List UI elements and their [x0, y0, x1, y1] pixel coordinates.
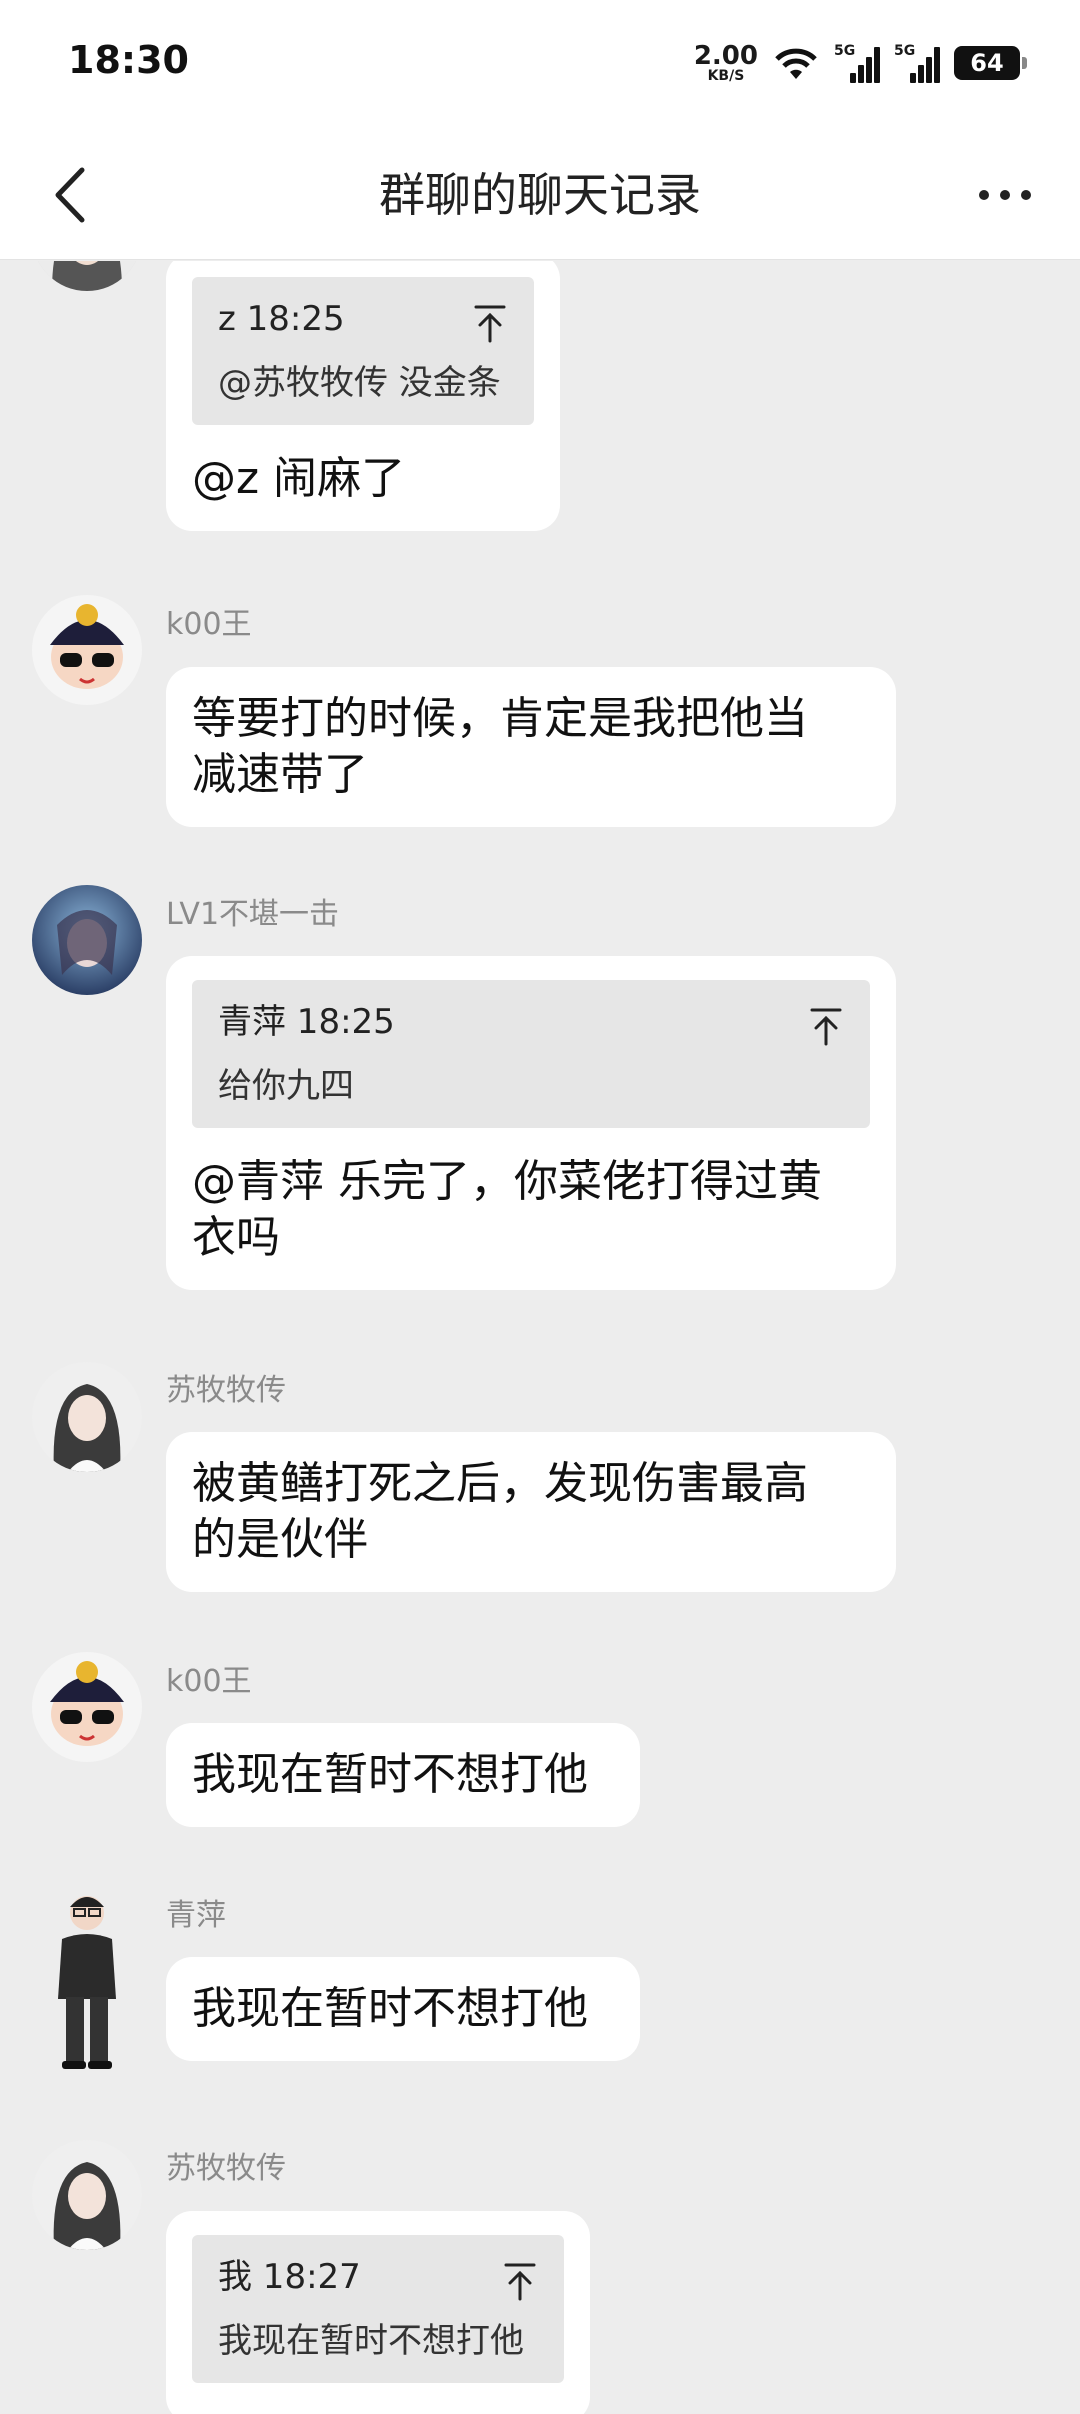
jump-to-original-icon[interactable]	[502, 2261, 538, 2301]
sender-name: LV1不堪一击	[166, 897, 340, 932]
avatar-cartoon-icon	[32, 595, 142, 705]
status-bar: 18:30 2.00 KB/S 5G 5G 64	[0, 0, 1080, 130]
message-bubble[interactable]: 我 18:27 我现在暂时不想打他	[166, 2211, 590, 2414]
page-title: 群聊的聊天记录	[379, 168, 701, 222]
message-bubble[interactable]: 被黄鳝打死之后，发现伤害最高 的是伙伴	[166, 1432, 896, 1592]
avatar[interactable]	[32, 885, 142, 995]
message-text-line: 减速带了	[192, 749, 368, 800]
chat-history-header: 群聊的聊天记录	[0, 130, 1080, 260]
avatar-cartoon-icon	[32, 1652, 142, 1762]
avatar[interactable]	[32, 1362, 142, 1472]
jump-to-original-icon[interactable]	[472, 303, 508, 343]
message-text: @z 闹麻了	[192, 453, 406, 504]
network-speed-value: 2.00	[693, 41, 758, 71]
quoted-message[interactable]: 青萍 18:25 给你九四	[192, 980, 870, 1128]
quote-header: z 18:25	[218, 299, 345, 339]
avatar-girl-icon	[32, 2140, 142, 2250]
avatar[interactable]	[32, 2140, 142, 2250]
signal-icon-1: 5G	[834, 43, 880, 83]
avatar-girl-icon	[32, 1362, 142, 1472]
message-text-line: 衣吗	[192, 1212, 280, 1263]
quote-text: 我现在暂时不想打他	[218, 2321, 524, 2361]
signal-label-1: 5G	[834, 43, 856, 59]
network-speed: 2.00 KB/S	[694, 43, 758, 83]
message-bubble[interactable]: 我现在暂时不想打他	[166, 1723, 640, 1827]
network-speed-unit: KB/S	[707, 68, 745, 84]
quote-text: 给你九四	[218, 1066, 354, 1106]
sender-name: 青萍	[166, 1898, 226, 1933]
avatar[interactable]	[32, 261, 142, 291]
avatar[interactable]	[32, 595, 142, 705]
quoted-message[interactable]: 我 18:27 我现在暂时不想打他	[192, 2235, 564, 2383]
sender-name: 苏牧牧传	[166, 1373, 286, 1408]
status-time: 18:30	[68, 38, 189, 82]
message-bubble[interactable]: z 18:25 @苏牧牧传 没金条 @z 闹麻了	[166, 261, 560, 531]
message-bubble[interactable]: 等要打的时候，肯定是我把他当 减速带了	[166, 667, 896, 827]
sender-name: k00王	[166, 1664, 252, 1699]
message-text-line: @青萍 乐完了，你菜佬打得过黄	[192, 1156, 822, 1207]
quote-text: @苏牧牧传 没金条	[218, 363, 501, 403]
avatar-man-figure-icon	[58, 1896, 116, 2069]
sender-name: 苏牧牧传	[166, 2151, 286, 2186]
message-text: 我现在暂时不想打他	[192, 1983, 588, 2034]
message-list[interactable]: z 18:25 @苏牧牧传 没金条 @z 闹麻了 k00王 等要打的时候，肯定是…	[0, 261, 1080, 2414]
status-icons: 2.00 KB/S 5G 5G 64	[694, 38, 1027, 88]
jump-to-original-icon[interactable]	[808, 1006, 844, 1046]
message-bubble[interactable]: 我现在暂时不想打他	[166, 1957, 640, 2061]
avatar-anime-icon	[32, 885, 142, 995]
wifi-icon	[775, 48, 817, 79]
quoted-message[interactable]: z 18:25 @苏牧牧传 没金条	[192, 277, 534, 425]
more-dots-icon[interactable]	[970, 160, 1040, 230]
signal-label-2: 5G	[894, 43, 916, 59]
message-text-line: 等要打的时候，肯定是我把他当	[192, 693, 808, 744]
message-text: 我现在暂时不想打他	[192, 1749, 588, 1800]
message-text-line: 的是伙伴	[192, 1514, 368, 1565]
message-text-line: 被黄鳝打死之后，发现伤害最高	[192, 1458, 808, 1509]
avatar[interactable]	[32, 1652, 142, 1762]
message-bubble[interactable]: 青萍 18:25 给你九四 @青萍 乐完了，你菜佬打得过黄 衣吗	[166, 956, 896, 1290]
avatar-girl-icon	[32, 261, 142, 291]
sender-name: k00王	[166, 607, 252, 642]
signal-icon-2: 5G	[894, 43, 940, 83]
battery-icon: 64	[954, 46, 1027, 80]
avatar[interactable]	[32, 1887, 142, 2077]
battery-level: 64	[970, 49, 1004, 77]
quote-header: 我 18:27	[218, 2257, 361, 2297]
quote-header: 青萍 18:25	[218, 1002, 395, 1042]
